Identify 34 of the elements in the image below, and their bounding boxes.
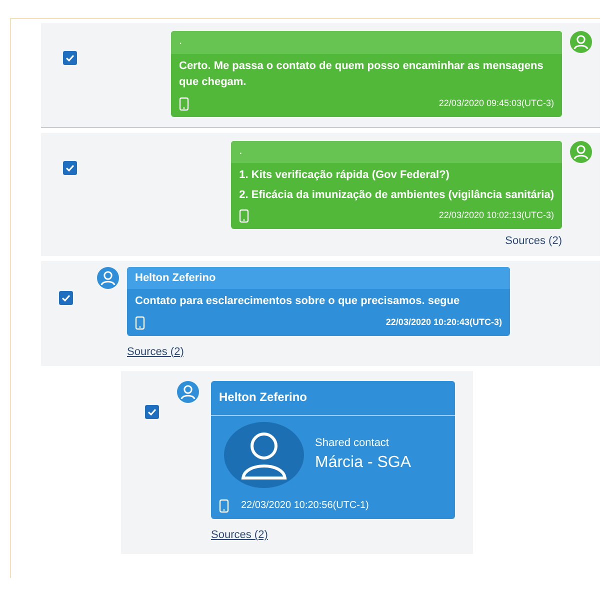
checkbox[interactable] [145, 405, 159, 419]
contact-name: Márcia - SGA [315, 453, 412, 474]
message-header: . [239, 144, 242, 156]
sender-name: Helton Zeferino [219, 390, 308, 404]
timestamp: 22/03/2020 09:45:03(UTC-3) [438, 96, 554, 110]
message-text: 1. Kits verificação rápida (Gov Federal?) [239, 168, 450, 183]
timestamp: 22/03/2020 10:20:43(UTC-3) [386, 316, 502, 329]
checkbox[interactable] [59, 290, 73, 304]
checkbox[interactable] [63, 160, 77, 174]
avatar-icon [570, 140, 592, 162]
message-text: Certo. Me passa o contato de quem posso encaminhar as mensagens que chegam. [179, 58, 544, 90]
sources-link[interactable]: Sources (2) [127, 344, 184, 360]
timestamp: 22/03/2020 10:02:13(UTC-3) [438, 209, 554, 222]
check-icon [65, 53, 75, 63]
phone-icon [135, 316, 145, 330]
phone-icon [239, 209, 250, 223]
message-text: Contato para esclarecimentos sobre o que precisamos. segue [135, 294, 461, 309]
contact-avatar-icon [223, 422, 305, 488]
phone-icon [219, 498, 229, 512]
message-header: . [179, 35, 182, 47]
timestamp: 22/03/2020 10:20:56(UTC-1) [241, 499, 369, 513]
message-text: 2. Eficácia da imunização de ambientes (vigilância sanitária) [239, 188, 554, 202]
avatar-icon [177, 381, 199, 403]
check-icon [147, 407, 157, 417]
avatar-icon [570, 31, 592, 53]
sender-name: Helton Zeferino [135, 272, 216, 284]
sources-link[interactable]: Sources (2) [211, 527, 268, 544]
check-icon [61, 292, 71, 302]
sources-link[interactable]: Sources (2) [505, 233, 562, 250]
contact-label: Shared contact [315, 436, 390, 451]
avatar-icon [97, 266, 119, 288]
check-icon [65, 162, 75, 172]
checkbox[interactable] [63, 51, 77, 65]
phone-icon [179, 96, 189, 110]
